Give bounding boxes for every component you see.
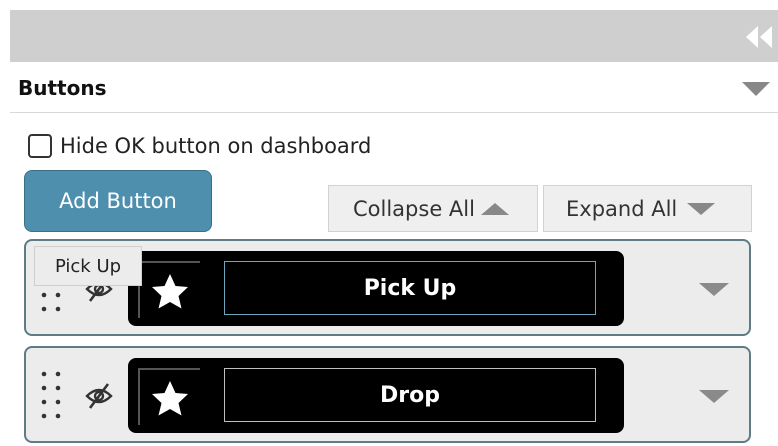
button-item[interactable]: Drop bbox=[24, 346, 751, 443]
star-icon-frame bbox=[138, 261, 200, 318]
button-preview[interactable]: Pick Up bbox=[128, 251, 624, 326]
hide-ok-label: Hide OK button on dashboard bbox=[60, 134, 372, 158]
collapse-all-label: Collapse All bbox=[353, 196, 475, 221]
expand-all-button[interactable]: Expand All bbox=[543, 185, 752, 232]
eye-slash-icon[interactable] bbox=[84, 382, 114, 410]
chevron-down-icon[interactable] bbox=[742, 82, 770, 96]
chevron-down-icon[interactable] bbox=[699, 283, 729, 296]
button-label: Pick Up bbox=[224, 261, 596, 315]
panel-top-bar bbox=[10, 10, 778, 62]
expand-all-label: Expand All bbox=[566, 196, 678, 221]
star-icon bbox=[152, 274, 188, 309]
tooltip: Pick Up bbox=[34, 246, 142, 286]
double-chevron-left-icon[interactable] bbox=[744, 26, 774, 48]
star-icon bbox=[152, 381, 188, 416]
add-button[interactable]: Add Button bbox=[24, 170, 212, 232]
chevron-down-icon[interactable] bbox=[699, 390, 729, 403]
collapse-all-button[interactable]: Collapse All bbox=[328, 185, 538, 232]
drag-handle-icon[interactable] bbox=[40, 370, 64, 426]
button-preview[interactable]: Drop bbox=[128, 358, 624, 433]
hide-ok-checkbox[interactable] bbox=[28, 134, 52, 158]
button-label: Drop bbox=[224, 368, 596, 422]
triangle-down-icon bbox=[687, 202, 716, 215]
hide-ok-option[interactable]: Hide OK button on dashboard bbox=[28, 131, 371, 161]
star-icon-frame bbox=[138, 368, 200, 425]
triangle-up-icon bbox=[480, 202, 509, 215]
section-title: Buttons bbox=[18, 76, 107, 100]
buttons-section-header[interactable]: Buttons bbox=[10, 62, 778, 113]
